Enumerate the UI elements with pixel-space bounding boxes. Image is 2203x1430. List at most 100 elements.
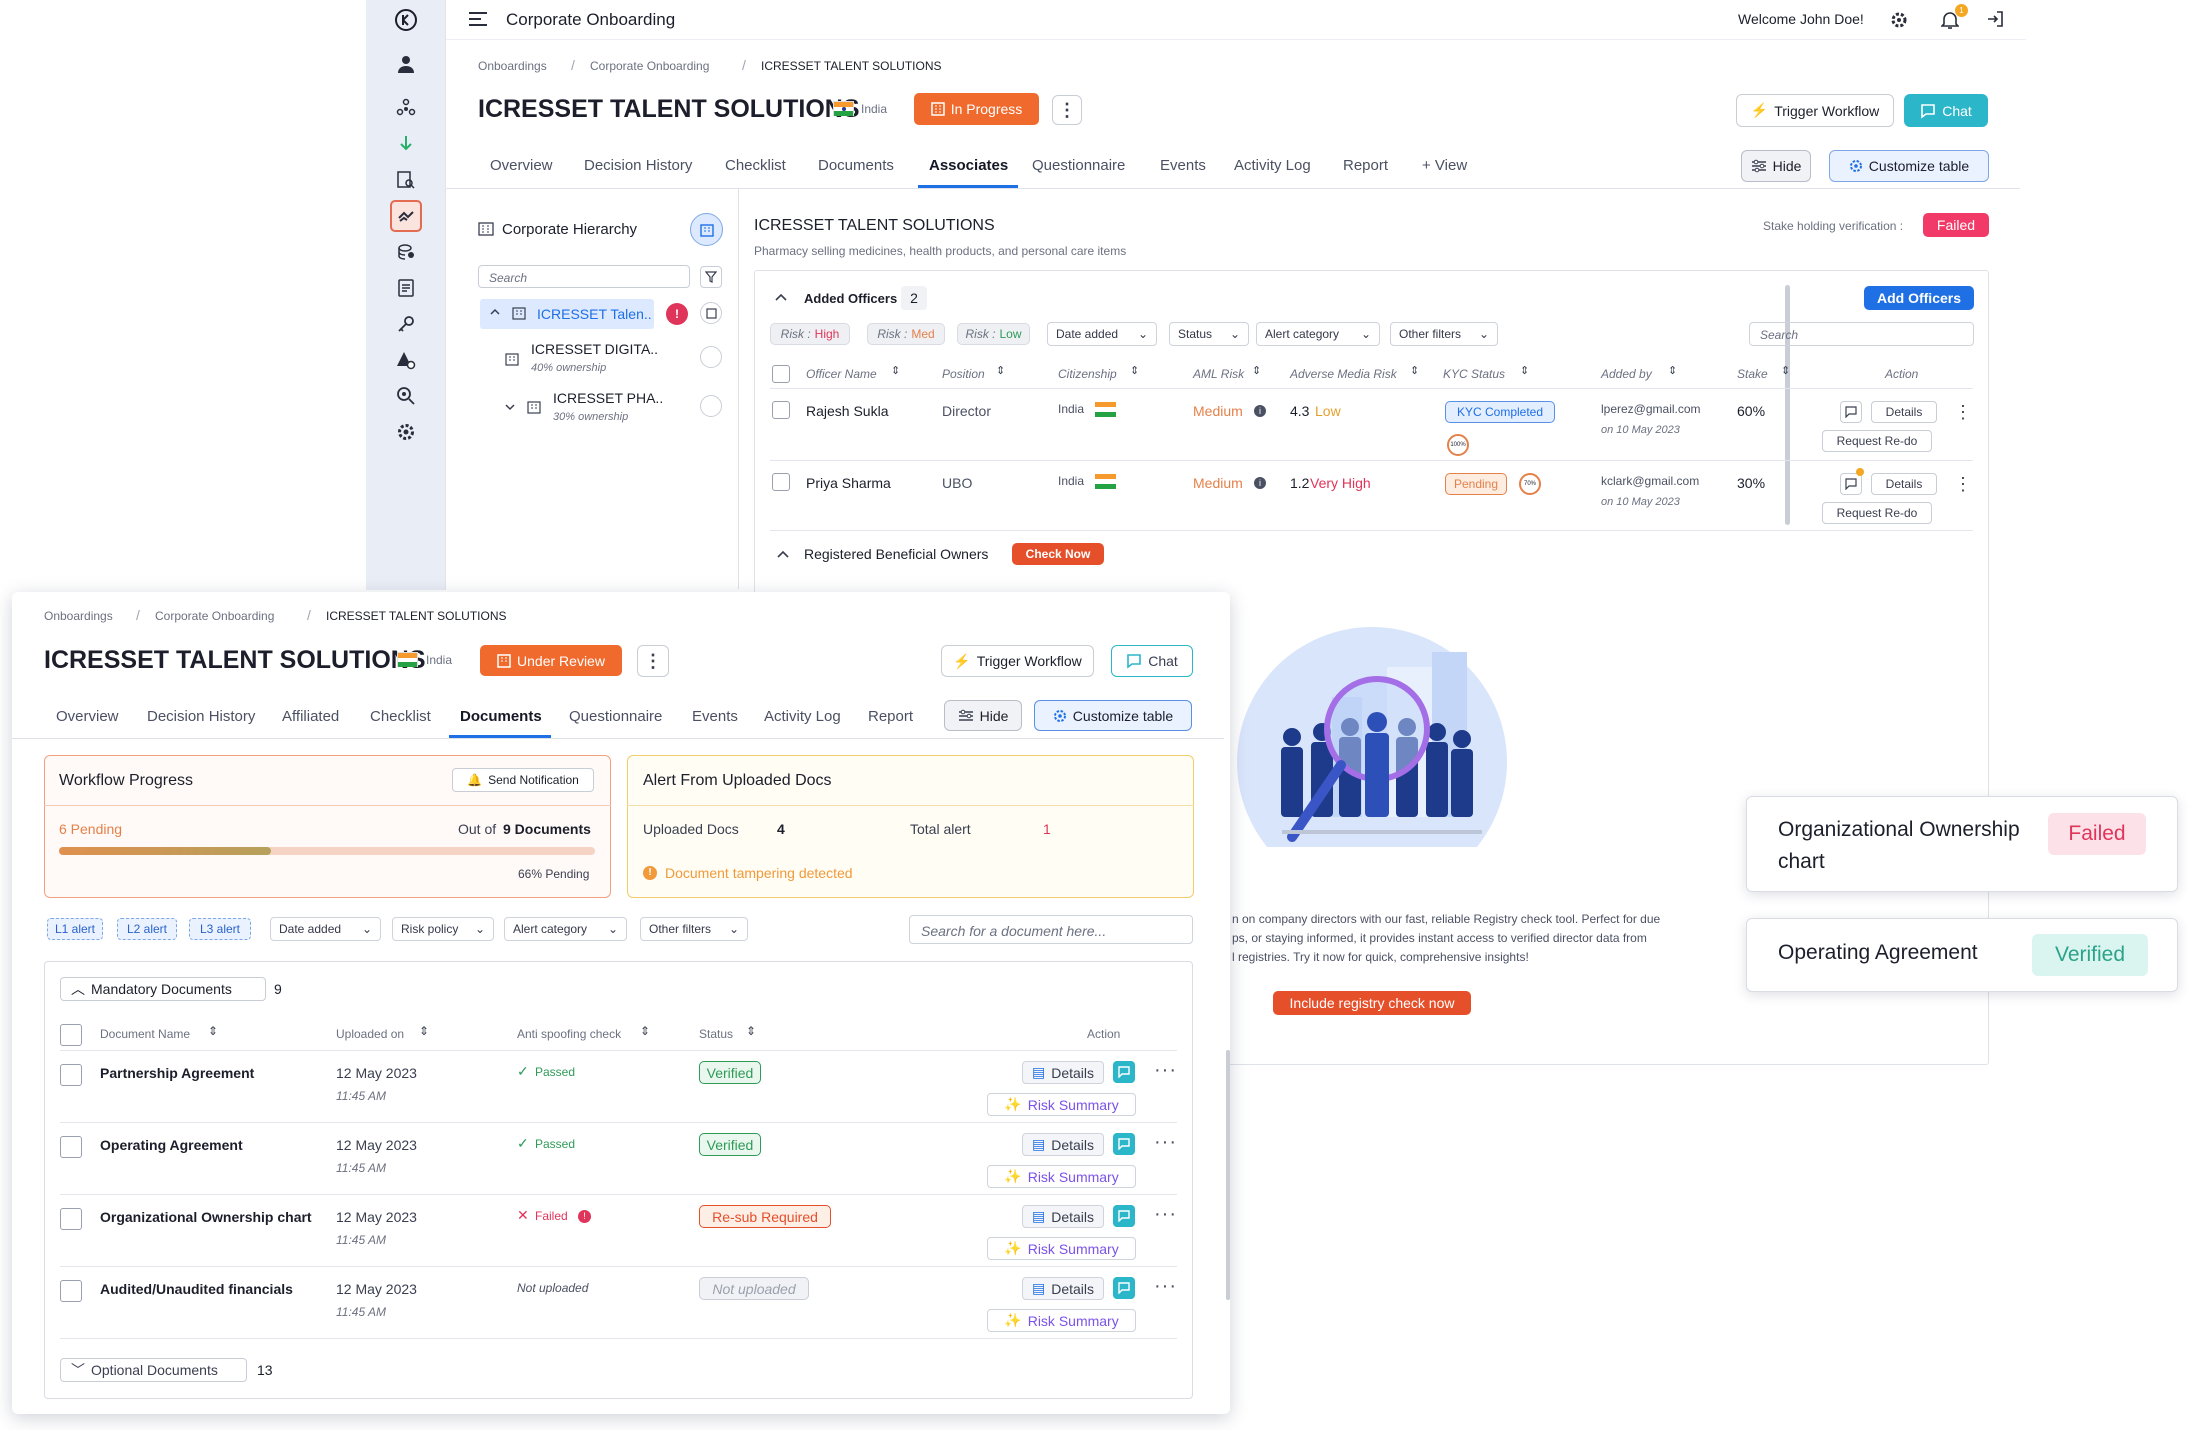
- hierarchy-child-name[interactable]: ICRESSET PHA..: [553, 390, 663, 406]
- hierarchy-child-name[interactable]: ICRESSET DIGITA..: [531, 341, 658, 357]
- risk-policy-dropdown[interactable]: Risk policy ⌄: [392, 917, 494, 941]
- status-badge[interactable]: Under Review: [480, 645, 622, 676]
- sort-icon[interactable]: ⇕: [891, 364, 900, 377]
- alert-category-dropdown[interactable]: Alert category ⌄: [1256, 322, 1380, 346]
- risk-summary-button[interactable]: ✨ Risk Summary: [987, 1165, 1136, 1188]
- tab-documents[interactable]: Documents: [818, 157, 894, 174]
- chevron-up-icon[interactable]: [776, 549, 790, 561]
- status-dropdown[interactable]: Status ⌄: [1169, 322, 1249, 346]
- sort-icon[interactable]: ⇕: [640, 1024, 650, 1038]
- other-filters-dropdown[interactable]: Other filters ⌄: [640, 917, 748, 941]
- l3-alert-chip[interactable]: L3 alert: [189, 918, 251, 940]
- breadcrumb-item[interactable]: Corporate Onboarding: [155, 609, 274, 623]
- more-options-button[interactable]: ⋮: [637, 645, 669, 677]
- warning-settings-icon[interactable]: [390, 344, 422, 376]
- risk-filter-chip[interactable]: Risk : Med: [867, 323, 945, 345]
- customize-table-button[interactable]: Customize table: [1829, 150, 1989, 182]
- select-all-checkbox[interactable]: [60, 1024, 82, 1046]
- column-header[interactable]: Officer Name: [806, 367, 877, 381]
- tab-activity-log[interactable]: Activity Log: [1234, 157, 1311, 174]
- column-header[interactable]: AML Risk: [1193, 367, 1244, 381]
- tab-checklist[interactable]: Checklist: [725, 157, 786, 174]
- details-button[interactable]: ▤ Details: [1022, 1133, 1104, 1156]
- key-icon[interactable]: [390, 308, 422, 340]
- report-icon[interactable]: [390, 272, 422, 304]
- chat-button[interactable]: [1113, 1205, 1135, 1227]
- column-header[interactable]: KYC Status: [1443, 367, 1505, 381]
- node-action-button[interactable]: [700, 346, 722, 368]
- tab-checklist[interactable]: Checklist: [370, 708, 431, 725]
- chevron-up-icon[interactable]: [489, 306, 501, 318]
- row-checkbox[interactable]: [60, 1136, 82, 1158]
- date-added-dropdown[interactable]: Date added ⌄: [270, 917, 381, 941]
- breadcrumb-item[interactable]: Corporate Onboarding: [590, 59, 709, 73]
- risk-summary-button[interactable]: ✨ Risk Summary: [987, 1309, 1136, 1332]
- trigger-workflow-button[interactable]: ⚡ Trigger Workflow: [941, 645, 1094, 677]
- row-more-icon[interactable]: ···: [1154, 1060, 1177, 1080]
- scrollbar[interactable]: [1226, 1050, 1230, 1300]
- hierarchy-root-label[interactable]: ICRESSET Talen..: [537, 306, 652, 322]
- risk-summary-button[interactable]: ✨ Risk Summary: [987, 1237, 1136, 1260]
- column-header[interactable]: Citizenship: [1058, 367, 1117, 381]
- l1-alert-chip[interactable]: L1 alert: [47, 918, 103, 940]
- document-search-input[interactable]: Search for a document here...: [909, 915, 1193, 944]
- row-more-icon[interactable]: ···: [1154, 1132, 1177, 1152]
- column-header[interactable]: Uploaded on: [336, 1027, 404, 1041]
- chat-button[interactable]: Chat: [1111, 645, 1193, 677]
- sort-icon[interactable]: ⇕: [1668, 364, 1677, 377]
- breadcrumb-item[interactable]: Onboardings: [478, 59, 547, 73]
- details-button[interactable]: ▤ Details: [1022, 1061, 1104, 1084]
- column-header[interactable]: Added by: [1601, 367, 1652, 381]
- row-checkbox[interactable]: [772, 473, 790, 491]
- request-redo-button[interactable]: Request Re-do: [1822, 430, 1932, 452]
- officer-name[interactable]: Priya Sharma: [806, 475, 891, 491]
- sort-icon[interactable]: ⇕: [208, 1024, 218, 1038]
- sort-icon[interactable]: ⇕: [996, 364, 1005, 377]
- chat-button[interactable]: [1113, 1277, 1135, 1299]
- request-redo-button[interactable]: Request Re-do: [1822, 502, 1932, 524]
- info-icon[interactable]: i: [1254, 405, 1266, 417]
- hierarchy-action-button[interactable]: [690, 213, 723, 246]
- column-header[interactable]: Adverse Media Risk: [1290, 367, 1397, 381]
- menu-icon[interactable]: [468, 11, 488, 27]
- hide-button[interactable]: Hide: [1741, 150, 1811, 182]
- tab-decision-history[interactable]: Decision History: [147, 708, 255, 725]
- document-name[interactable]: Audited/Unaudited financials: [100, 1281, 293, 1297]
- sort-icon[interactable]: ⇕: [1130, 364, 1139, 377]
- node-action-button[interactable]: [700, 302, 722, 324]
- hide-button[interactable]: Hide: [944, 700, 1022, 731]
- coins-icon[interactable]: [390, 236, 422, 268]
- status-badge[interactable]: In Progress: [914, 93, 1039, 125]
- tab-add-view[interactable]: + View: [1422, 157, 1467, 174]
- include-registry-button[interactable]: Include registry check now: [1273, 991, 1471, 1015]
- document-name[interactable]: Organizational Ownership chart: [100, 1209, 312, 1225]
- alert-category-dropdown[interactable]: Alert category ⌄: [504, 917, 627, 941]
- column-header[interactable]: Document Name: [100, 1027, 190, 1041]
- tab-report[interactable]: Report: [868, 708, 913, 725]
- network-icon[interactable]: [390, 92, 422, 124]
- add-officers-button[interactable]: Add Officers: [1864, 286, 1974, 310]
- user-icon[interactable]: [390, 48, 422, 80]
- tab-associates[interactable]: Associates: [929, 157, 1008, 174]
- document-name[interactable]: Operating Agreement: [100, 1137, 243, 1153]
- tab-overview[interactable]: Overview: [490, 157, 553, 174]
- gear-icon[interactable]: [1890, 11, 1908, 29]
- sort-icon[interactable]: ⇕: [1252, 364, 1261, 377]
- tab-overview[interactable]: Overview: [56, 708, 119, 725]
- select-all-checkbox[interactable]: [772, 365, 790, 383]
- column-header[interactable]: Stake: [1737, 367, 1768, 381]
- document-search-icon[interactable]: [390, 164, 422, 196]
- row-checkbox[interactable]: [772, 401, 790, 419]
- officers-search-input[interactable]: Search: [1749, 322, 1974, 346]
- chevron-down-icon[interactable]: [504, 401, 516, 413]
- chat-button[interactable]: [1113, 1061, 1135, 1083]
- scrollbar[interactable]: [1785, 285, 1790, 525]
- chat-button[interactable]: Chat: [1904, 94, 1988, 127]
- risk-filter-chip[interactable]: Risk : High: [770, 323, 850, 345]
- tab-questionnaire[interactable]: Questionnaire: [1032, 157, 1125, 174]
- trigger-workflow-button[interactable]: ⚡ Trigger Workflow: [1736, 94, 1894, 127]
- optional-documents-toggle[interactable]: ﹀ Optional Documents: [60, 1358, 247, 1382]
- tab-documents[interactable]: Documents: [460, 708, 542, 725]
- sort-icon[interactable]: ⇕: [746, 1024, 756, 1038]
- tab-events[interactable]: Events: [1160, 157, 1206, 174]
